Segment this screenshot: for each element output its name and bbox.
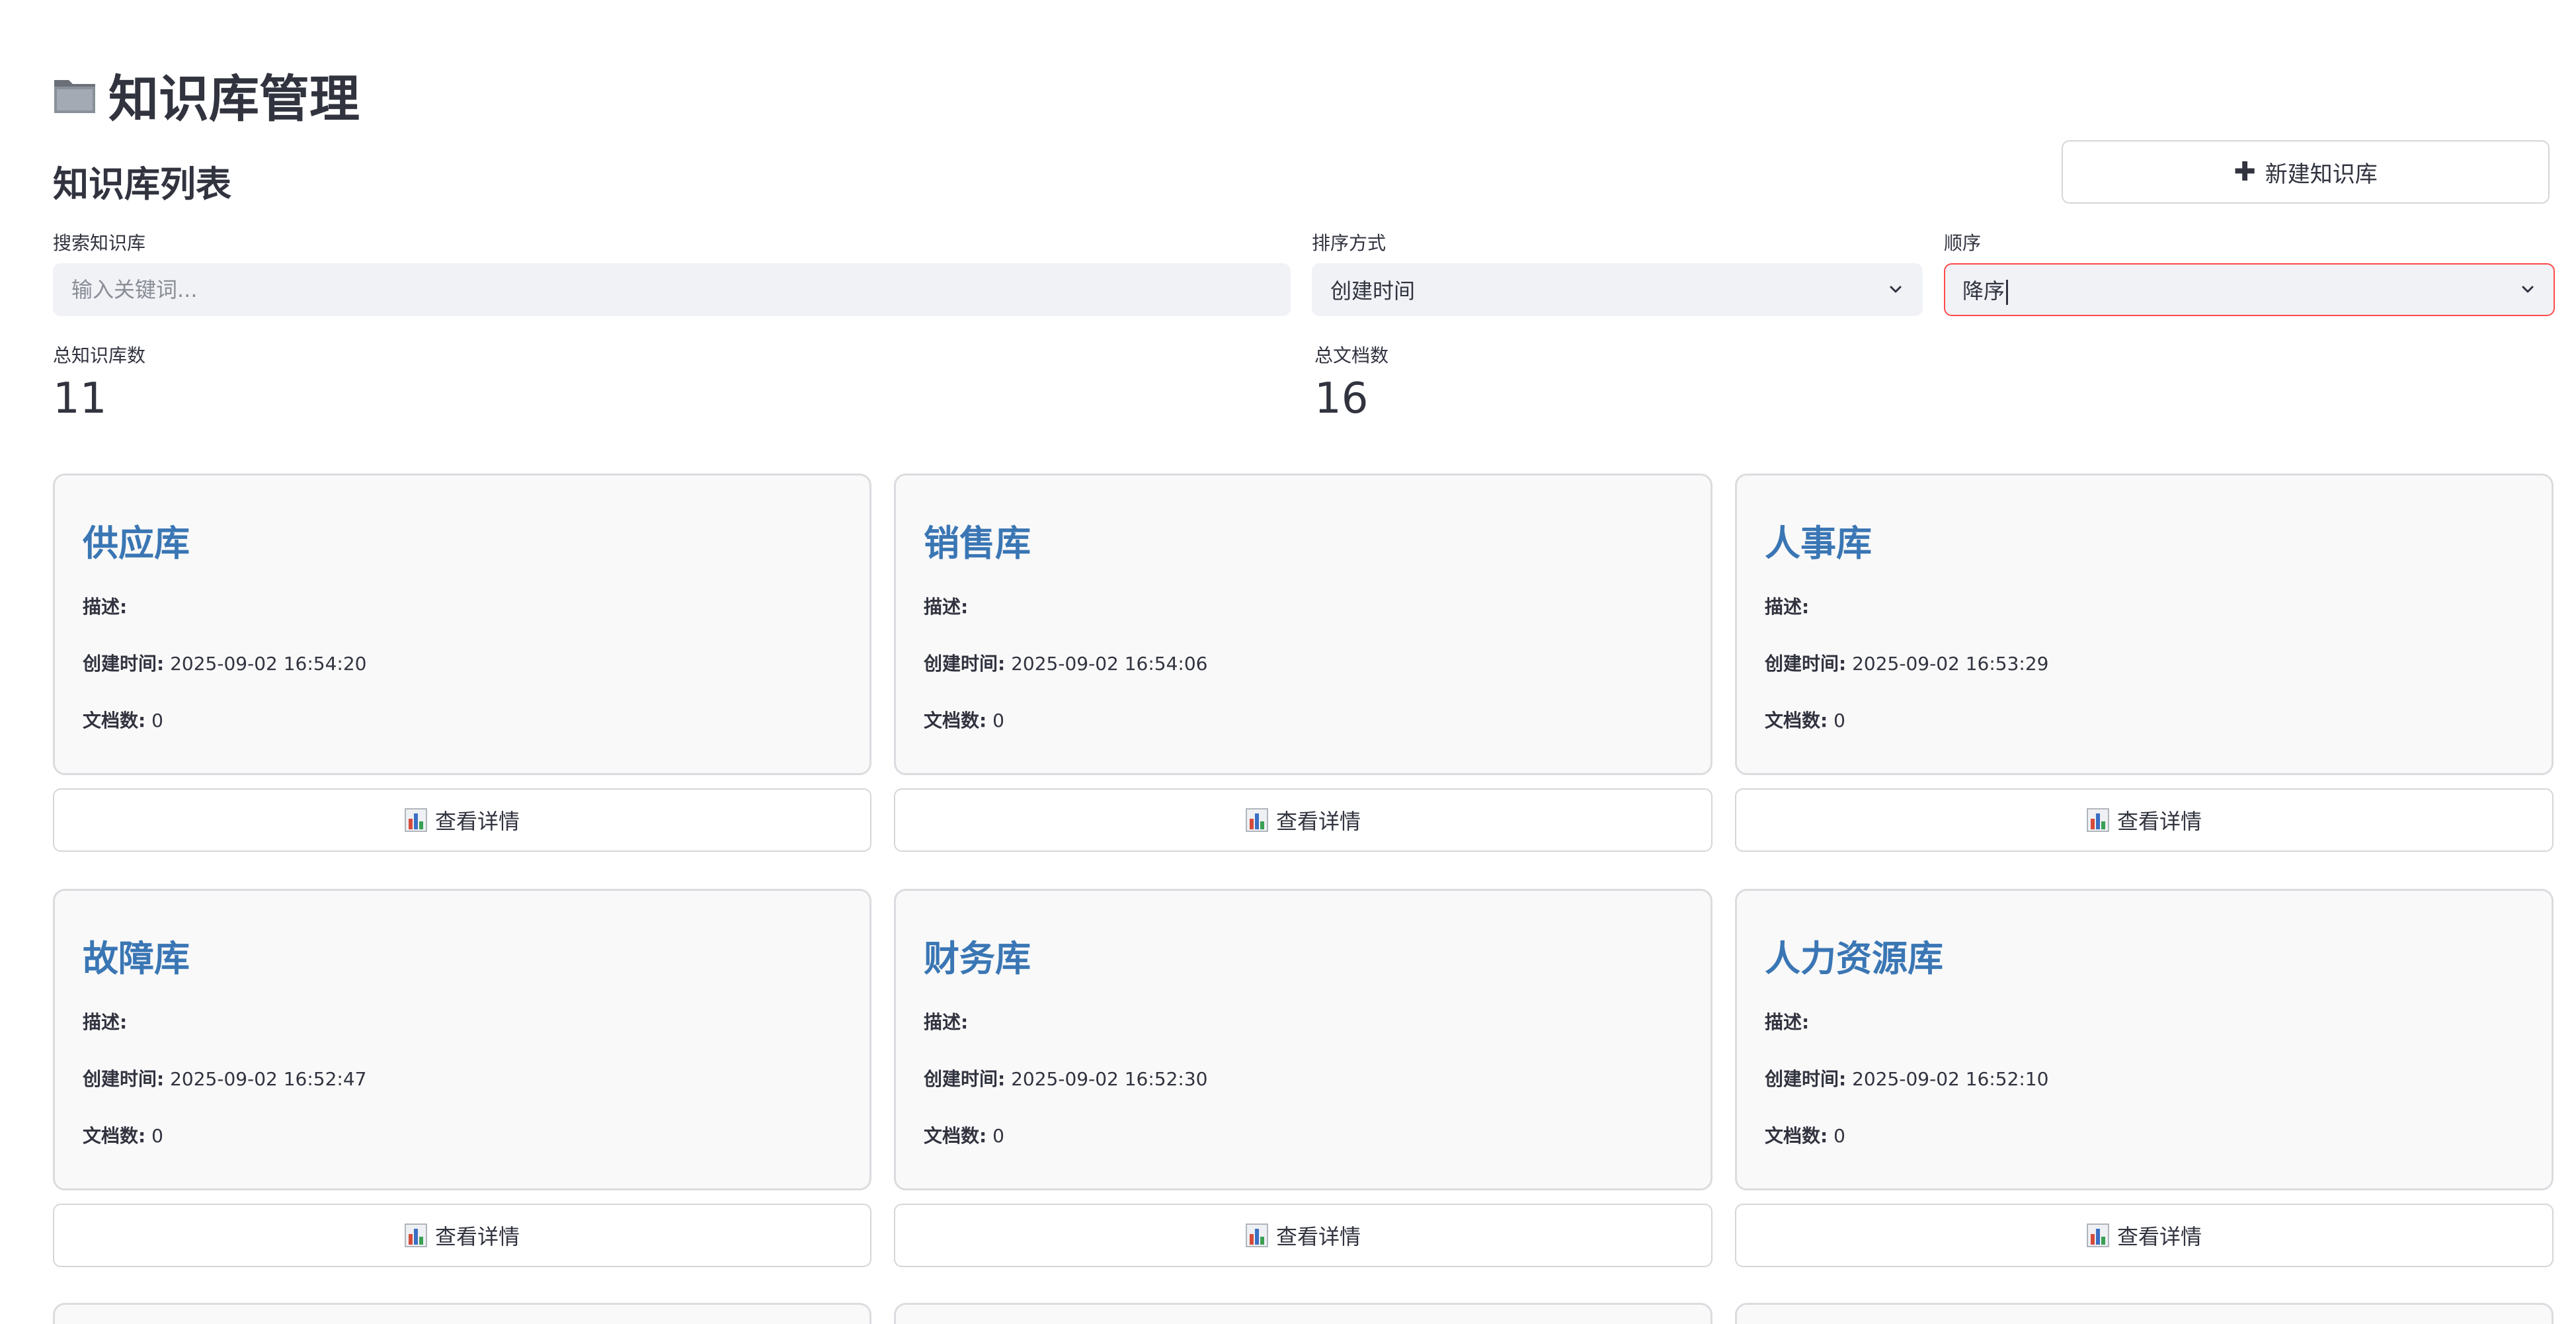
kb-card-docs: 文档数: 0 — [1765, 1125, 1845, 1147]
folder-icon — [54, 80, 95, 113]
bar-chart-icon — [405, 808, 427, 832]
kb-card-partial — [53, 1303, 871, 1324]
page-title: 知识库管理 — [53, 58, 360, 131]
page-title-text: 知识库管理 — [108, 69, 360, 128]
app-root: 知识库管理 知识库列表 ✚ 新建知识库 搜索知识库 排序方式 创建时间 顺序 降… — [0, 0, 2576, 1324]
new-knowledge-base-button[interactable]: ✚ 新建知识库 — [2062, 140, 2550, 204]
kb-card-description: 描述: — [1765, 1011, 1810, 1033]
kb-card-title: 销售库 — [924, 522, 1031, 564]
view-details-button[interactable]: 查看详情 — [1735, 788, 2554, 852]
view-details-label: 查看详情 — [1275, 809, 1361, 834]
kb-card-created: 创建时间: 2025-09-02 16:54:06 — [924, 653, 1208, 675]
kb-card-created: 创建时间: 2025-09-02 16:52:47 — [83, 1068, 367, 1090]
total-docs-label: 总文档数 — [1314, 345, 1389, 366]
bar-chart-icon — [405, 1223, 427, 1247]
total-kb-label: 总知识库数 — [53, 345, 146, 366]
kb-card: 故障库 描述: 创建时间: 2025-09-02 16:52:47 文档数: 0 — [53, 889, 871, 1190]
kb-card-description: 描述: — [924, 1011, 969, 1033]
kb-card-created: 创建时间: 2025-09-02 16:52:30 — [924, 1068, 1208, 1090]
kb-card-description: 描述: — [83, 1011, 128, 1033]
kb-card-created: 创建时间: 2025-09-02 16:54:20 — [83, 653, 367, 675]
kb-card-partial — [1735, 1303, 2554, 1324]
sort-label: 排序方式 — [1312, 232, 1387, 254]
search-input-wrapper[interactable] — [53, 263, 1291, 316]
kb-card: 销售库 描述: 创建时间: 2025-09-02 16:54:06 文档数: 0 — [894, 474, 1712, 775]
order-label: 顺序 — [1944, 232, 1982, 254]
view-details-label: 查看详情 — [434, 1224, 520, 1249]
kb-card-created: 创建时间: 2025-09-02 16:52:10 — [1765, 1068, 2049, 1090]
bar-chart-icon — [2087, 1223, 2109, 1247]
kb-card-title: 人力资源库 — [1765, 938, 1943, 979]
view-details-label: 查看详情 — [1275, 1224, 1361, 1249]
new-knowledge-base-label: 新建知识库 — [2265, 161, 2378, 188]
kb-card-docs: 文档数: 0 — [1765, 710, 1845, 731]
kb-card-docs: 文档数: 0 — [924, 710, 1004, 731]
kb-card-description: 描述: — [924, 596, 969, 618]
kb-card-description: 描述: — [83, 596, 128, 618]
kb-card-title: 财务库 — [924, 938, 1031, 979]
total-docs-value: 16 — [1314, 374, 1369, 423]
kb-card-partial — [894, 1303, 1712, 1324]
kb-card-title: 供应库 — [83, 522, 190, 564]
kb-card-title: 故障库 — [83, 938, 190, 979]
kb-card-description: 描述: — [1765, 596, 1810, 618]
kb-card-title: 人事库 — [1765, 522, 1872, 564]
search-input[interactable] — [71, 277, 1272, 302]
bar-chart-icon — [1246, 1223, 1268, 1247]
kb-card: 人事库 描述: 创建时间: 2025-09-02 16:53:29 文档数: 0 — [1735, 474, 2554, 775]
bar-chart-icon — [2087, 808, 2109, 832]
order-select-value-wrap: 降序 — [1962, 274, 2009, 305]
plus-icon: ✚ — [2234, 157, 2256, 187]
chevron-down-icon — [2522, 286, 2534, 293]
view-details-label: 查看详情 — [2116, 1224, 2202, 1249]
total-kb-value: 11 — [53, 374, 107, 423]
order-select-value: 降序 — [1962, 278, 2005, 304]
order-select[interactable]: 降序 — [1944, 263, 2555, 316]
search-label: 搜索知识库 — [53, 232, 146, 254]
sort-select[interactable]: 创建时间 — [1312, 263, 1923, 316]
view-details-button[interactable]: 查看详情 — [894, 788, 1712, 852]
text-caret — [2006, 280, 2009, 305]
section-title: 知识库列表 — [53, 163, 231, 205]
view-details-button[interactable]: 查看详情 — [53, 1204, 871, 1267]
view-details-label: 查看详情 — [2116, 809, 2202, 834]
kb-card-created: 创建时间: 2025-09-02 16:53:29 — [1765, 653, 2049, 675]
kb-card-docs: 文档数: 0 — [924, 1125, 1004, 1147]
kb-card-docs: 文档数: 0 — [83, 1125, 163, 1147]
view-details-button[interactable]: 查看详情 — [894, 1204, 1712, 1267]
view-details-label: 查看详情 — [434, 809, 520, 834]
chevron-down-icon — [1890, 286, 1902, 293]
kb-card: 供应库 描述: 创建时间: 2025-09-02 16:54:20 文档数: 0 — [53, 474, 871, 775]
kb-card: 财务库 描述: 创建时间: 2025-09-02 16:52:30 文档数: 0 — [894, 889, 1712, 1190]
bar-chart-icon — [1246, 808, 1268, 832]
view-details-button[interactable]: 查看详情 — [53, 788, 871, 852]
view-details-button[interactable]: 查看详情 — [1735, 1204, 2554, 1267]
sort-select-value: 创建时间 — [1330, 278, 1416, 304]
kb-card-docs: 文档数: 0 — [83, 710, 163, 731]
kb-card: 人力资源库 描述: 创建时间: 2025-09-02 16:52:10 文档数:… — [1735, 889, 2554, 1190]
